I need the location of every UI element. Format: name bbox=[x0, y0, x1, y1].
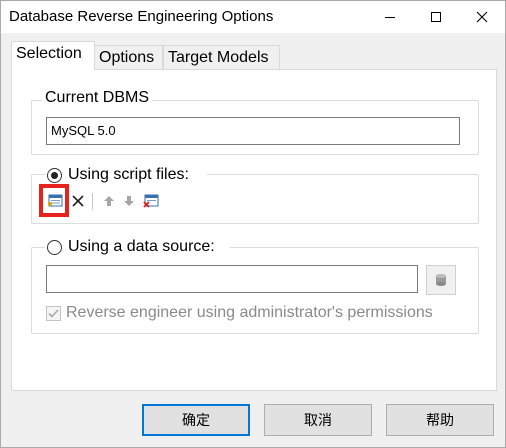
delete-button[interactable] bbox=[69, 192, 87, 210]
script-files-option[interactable]: Using script files: bbox=[45, 166, 207, 186]
help-button[interactable]: 帮助 bbox=[386, 404, 494, 436]
admin-permissions-checkbox[interactable] bbox=[46, 306, 61, 321]
minimize-button[interactable] bbox=[367, 1, 413, 33]
window-title: Database Reverse Engineering Options bbox=[9, 8, 274, 25]
data-source-field[interactable] bbox=[46, 265, 418, 293]
highlight-box bbox=[39, 184, 69, 217]
close-button[interactable] bbox=[459, 1, 505, 33]
cancel-button-label: 取消 bbox=[304, 413, 332, 429]
help-button-label: 帮助 bbox=[426, 413, 454, 429]
clear-all-icon bbox=[143, 194, 159, 208]
tab-target-models-label: Target Models bbox=[168, 49, 269, 66]
select-data-source-button[interactable] bbox=[426, 265, 456, 295]
database-icon bbox=[436, 274, 446, 286]
ok-button-label: 确定 bbox=[182, 413, 210, 429]
close-icon bbox=[476, 11, 488, 23]
data-source-radio-label: Using a data source: bbox=[68, 238, 215, 255]
tab-options[interactable]: Options bbox=[94, 45, 163, 71]
admin-permissions-option[interactable]: Reverse engineer using administrator's p… bbox=[46, 304, 486, 324]
toolbar-separator bbox=[92, 193, 93, 210]
title-bar: Database Reverse Engineering Options bbox=[1, 1, 505, 33]
maximize-button[interactable] bbox=[413, 1, 459, 33]
data-source-radio[interactable] bbox=[47, 240, 62, 255]
cancel-button[interactable]: 取消 bbox=[264, 404, 372, 436]
checkmark-icon bbox=[48, 309, 59, 318]
move-down-button[interactable] bbox=[120, 192, 138, 210]
maximize-icon bbox=[431, 12, 441, 22]
move-up-icon bbox=[104, 196, 114, 206]
tab-selection-label: Selection bbox=[16, 45, 82, 62]
dialog-window: Database Reverse Engineering Options Sel… bbox=[0, 0, 506, 448]
admin-permissions-label: Reverse engineer using administrator's p… bbox=[66, 304, 433, 321]
dbms-field: MySQL 5.0 bbox=[46, 117, 460, 145]
minimize-icon bbox=[385, 17, 395, 18]
selection-panel: Current DBMS MySQL 5.0 Using script file… bbox=[11, 69, 497, 391]
tab-options-label: Options bbox=[99, 49, 155, 66]
delete-icon bbox=[72, 195, 84, 207]
current-dbms-label: Current DBMS bbox=[42, 89, 153, 107]
script-files-radio[interactable] bbox=[47, 168, 62, 183]
clear-all-button[interactable] bbox=[142, 192, 160, 210]
tab-target-models[interactable]: Target Models bbox=[163, 45, 280, 71]
data-source-option[interactable]: Using a data source: bbox=[45, 238, 230, 258]
move-down-icon bbox=[124, 196, 134, 206]
script-files-radio-label: Using script files: bbox=[68, 166, 189, 183]
move-up-button[interactable] bbox=[100, 192, 118, 210]
tab-selection[interactable]: Selection bbox=[11, 41, 95, 70]
ok-button[interactable]: 确定 bbox=[142, 404, 250, 436]
